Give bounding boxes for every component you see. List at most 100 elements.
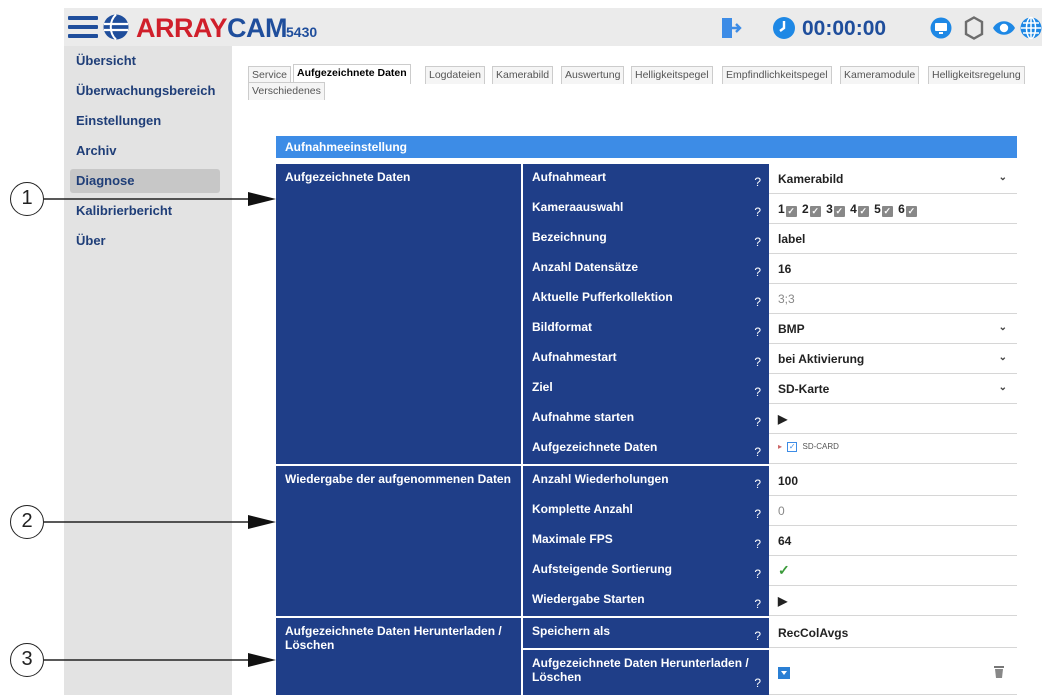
help-icon[interactable]: ? <box>754 507 761 521</box>
sidebar-item-einstellungen[interactable]: Einstellungen <box>70 109 220 133</box>
row-label-ziel: Ziel? <box>521 374 769 404</box>
tab-verschiedenes[interactable]: Verschiedenes <box>248 82 325 100</box>
clock-icon <box>773 17 795 39</box>
camera-5-checkbox[interactable]: ✓ <box>881 206 893 217</box>
section-aufgezeichnete-daten: Aufgezeichnete Daten <box>276 164 521 464</box>
row-label-anzahl-datensaetze: Anzahl Datensätze? <box>521 254 769 284</box>
row-label-aufsteigende-sortierung: Aufsteigende Sortierung? <box>521 556 769 586</box>
komplette-anzahl-value: 0 <box>769 496 1017 526</box>
sidebar-item-diagnose[interactable]: Diagnose <box>70 169 220 193</box>
aufnahmeart-select[interactable]: Kamerabild ⌄ <box>769 164 1017 194</box>
trash-icon[interactable] <box>993 665 1005 679</box>
tab-empfindlichkeitspegel[interactable]: Empfindlichkeitspegel <box>722 66 832 84</box>
callout-1: 1 <box>10 182 44 216</box>
maximale-fps-input[interactable]: 64 <box>769 526 1017 556</box>
tab-aufgezeichnete-daten[interactable]: Aufgezeichnete Daten <box>293 64 411 84</box>
row-label-speichern-als: Speichern als? <box>521 618 769 648</box>
aufnahmestart-select[interactable]: bei Aktivierung ⌄ <box>769 344 1017 374</box>
row-label-aktuelle-pufferkollektion: Aktuelle Pufferkollektion? <box>521 284 769 314</box>
help-icon[interactable]: ? <box>754 175 761 189</box>
help-icon[interactable]: ? <box>754 676 761 690</box>
logout-icon[interactable] <box>720 16 742 40</box>
row-label-text: Anzahl Wiederholungen <box>532 472 669 486</box>
row-label-aufgezeichnete-daten: Aufgezeichnete Daten? <box>521 434 769 464</box>
row-label-text: Aufgezeichnete Daten <box>532 440 658 454</box>
row-label-bildformat: Bildformat? <box>521 314 769 344</box>
help-icon[interactable]: ? <box>754 325 761 339</box>
sidebar-item-ueberwachungsbereich[interactable]: Überwachungsbereich <box>70 79 220 103</box>
sidebar-item-kalibrierbericht[interactable]: Kalibrierbericht <box>70 199 220 223</box>
chevron-down-icon: ⌄ <box>998 322 1007 333</box>
anzahl-wiederholungen-input[interactable]: 100 <box>769 466 1017 496</box>
wiedergabe-starten-play-button[interactable]: ▶ <box>769 586 1017 616</box>
callout-3: 3 <box>10 643 44 677</box>
download-icon[interactable] <box>778 667 790 679</box>
bildformat-select[interactable]: BMP ⌄ <box>769 314 1017 344</box>
eye-icon[interactable] <box>992 16 1016 40</box>
row-label-text: Aufnahmestart <box>532 350 617 364</box>
camera-1-checkbox[interactable]: ✓ <box>785 206 797 217</box>
camera-2-checkbox[interactable]: ✓ <box>809 206 821 217</box>
language-globe-icon[interactable] <box>1020 16 1042 40</box>
help-icon[interactable]: ? <box>754 567 761 581</box>
row-value-text: SD-Karte <box>778 382 830 396</box>
aufnahme-starten-play-button[interactable]: ▶ <box>769 404 1017 434</box>
gear-icon[interactable] <box>962 16 986 40</box>
row-label-maximale-fps: Maximale FPS? <box>521 526 769 556</box>
sd-card-label[interactable]: SD-CARD <box>802 442 838 451</box>
chevron-down-icon: ⌄ <box>998 382 1007 393</box>
speichern-als-input[interactable]: RecColAvgs <box>769 618 1017 648</box>
sidebar-item-uebersicht[interactable]: Übersicht <box>70 49 220 73</box>
tab-logdateien[interactable]: Logdateien <box>425 66 485 84</box>
tab-helligkeitspegel[interactable]: Helligkeitspegel <box>631 66 713 84</box>
callout-2: 2 <box>10 505 44 539</box>
camera-1-label: 1 <box>778 202 785 216</box>
row-label-text: Bezeichnung <box>532 230 607 244</box>
help-icon[interactable]: ? <box>754 477 761 491</box>
help-icon[interactable]: ? <box>754 295 761 309</box>
row-label-text: Komplette Anzahl <box>532 502 633 516</box>
help-icon[interactable]: ? <box>754 235 761 249</box>
sd-card-checkbox[interactable]: ✓ <box>787 442 798 452</box>
brand-first: ARRAY <box>136 13 228 43</box>
camera-6-checkbox[interactable]: ✓ <box>905 206 917 217</box>
tab-kamerabild[interactable]: Kamerabild <box>492 66 554 84</box>
ziel-select[interactable]: SD-Karte ⌄ <box>769 374 1017 404</box>
camera-3-label: 3 <box>826 202 833 216</box>
camera-3-checkbox[interactable]: ✓ <box>833 206 845 217</box>
help-icon[interactable]: ? <box>754 205 761 219</box>
row-label-text: Aufnahme starten <box>532 410 635 424</box>
row-value-text: BMP <box>778 322 805 336</box>
help-icon[interactable]: ? <box>754 265 761 279</box>
row-label-wiedergabe-starten: Wiedergabe Starten? <box>521 586 769 616</box>
row-label-aufnahme-starten: Aufnahme starten? <box>521 404 769 434</box>
help-icon[interactable]: ? <box>754 597 761 611</box>
row-label-text: Aufsteigende Sortierung <box>532 562 673 576</box>
panel-title: Aufnahmeeinstellung <box>276 136 1017 158</box>
help-icon[interactable]: ? <box>754 385 761 399</box>
monitor-icon[interactable] <box>930 16 952 40</box>
tree-expand-icon[interactable]: ▸ <box>778 442 782 451</box>
row-value-text: bei Aktivierung <box>778 352 865 366</box>
help-icon[interactable]: ? <box>754 415 761 429</box>
help-icon[interactable]: ? <box>754 537 761 551</box>
tab-kameramodule[interactable]: Kameramodule <box>840 66 920 84</box>
help-icon[interactable]: ? <box>754 355 761 369</box>
chevron-down-icon: ⌄ <box>998 172 1007 183</box>
anzahl-datensaetze-input[interactable]: 16 <box>769 254 1017 284</box>
camera-4-label: 4 <box>850 202 857 216</box>
camera-4-checkbox[interactable]: ✓ <box>857 206 869 217</box>
menu-icon[interactable] <box>68 16 98 40</box>
tab-helligkeitsregelung[interactable]: Helligkeitsregelung <box>928 66 1025 84</box>
sidebar-item-ueber[interactable]: Über <box>70 229 220 253</box>
row-value-text: Kamerabild <box>778 172 844 186</box>
aufsteigende-sortierung-checkmark[interactable]: ✓ <box>769 556 1017 586</box>
help-icon[interactable]: ? <box>754 445 761 459</box>
sidebar-item-archiv[interactable]: Archiv <box>70 139 220 163</box>
brand-second: CAM <box>227 13 288 43</box>
help-icon[interactable]: ? <box>754 629 761 643</box>
recording-timer: 00:00:00 <box>802 17 887 40</box>
row-label-komplette-anzahl: Komplette Anzahl? <box>521 496 769 526</box>
bezeichnung-input[interactable]: label <box>769 224 1017 254</box>
tab-auswertung[interactable]: Auswertung <box>561 66 625 84</box>
